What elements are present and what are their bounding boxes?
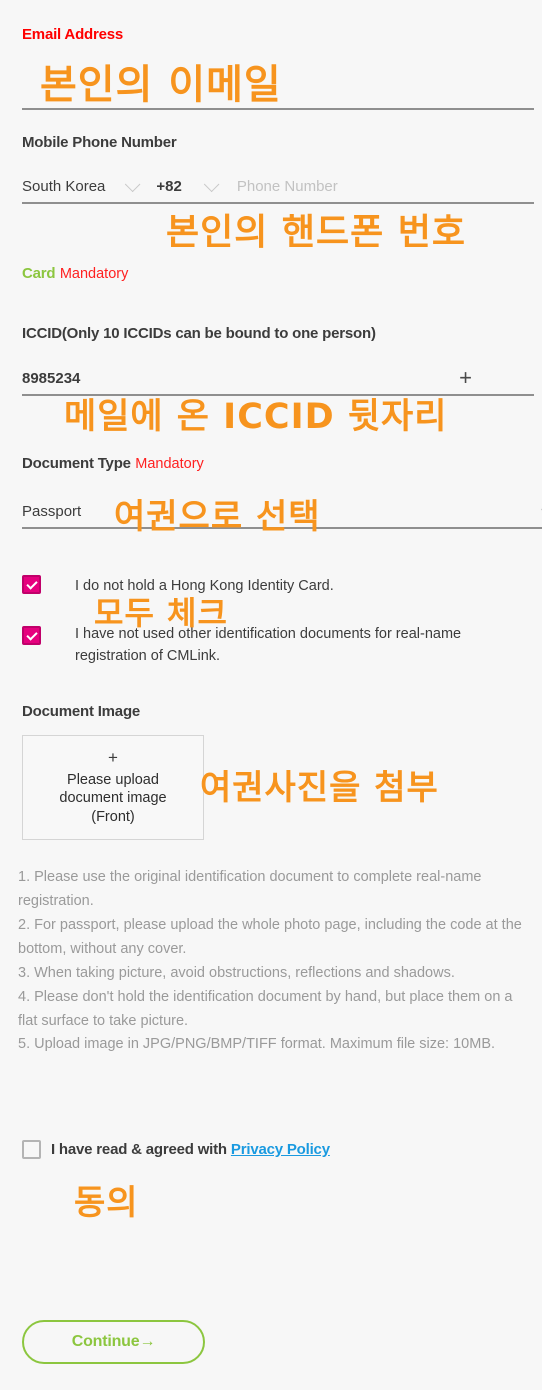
- upload-hint-line-1: Please upload: [67, 771, 159, 788]
- document-type-value: Passport: [22, 502, 82, 520]
- plus-icon: +: [108, 747, 118, 767]
- instruction-item: 5. Upload image in JPG/PNG/BMP/TIFF form…: [18, 1036, 496, 1053]
- email-field[interactable]: [22, 76, 534, 110]
- document-image-upload-box[interactable]: + Please upload document image (Front): [22, 735, 204, 840]
- card-mandatory-badge: Mandatory: [59, 266, 129, 282]
- instruction-item: 2. For passport, please upload the whole…: [18, 916, 522, 957]
- privacy-consent-text: I have read & agreed with: [51, 1141, 227, 1158]
- chevron-down-icon-country[interactable]: [125, 176, 141, 192]
- iccid-label: ICCID(Only 10 ICCIDs can be bound to one…: [22, 325, 376, 342]
- registration-form-page: Email Address Mobile Phone Number South …: [0, 0, 542, 1390]
- upload-hint-line-3: (Front): [91, 808, 135, 825]
- annotation-2: 본인의 핸드폰 번호: [166, 212, 467, 253]
- continue-button[interactable]: Continue→: [22, 1320, 205, 1364]
- email-label: Email Address: [22, 26, 124, 43]
- instruction-item: 3. When taking picture, avoid obstructio…: [18, 964, 455, 981]
- consent-label-2: I have not used other identification doc…: [75, 626, 462, 665]
- country-select-value[interactable]: South Korea: [22, 178, 105, 195]
- document-type-select[interactable]: Passport: [22, 495, 542, 529]
- consent-row-2: I have not used other identification doc…: [22, 623, 534, 668]
- privacy-policy-link[interactable]: Privacy Policy: [231, 1141, 330, 1158]
- consent-checkbox-2[interactable]: [22, 626, 41, 645]
- document-type-label: Document Type: [22, 455, 131, 472]
- consent-label-1: I do not hold a Hong Kong Identity Card.: [75, 578, 334, 594]
- dial-code-value[interactable]: +82: [156, 178, 181, 195]
- add-iccid-button[interactable]: +: [459, 367, 472, 389]
- document-type-mandatory-badge: Mandatory: [135, 456, 204, 472]
- annotation-6: 여권사진을 첨부: [200, 768, 439, 808]
- mobile-phone-label: Mobile Phone Number: [22, 134, 177, 151]
- iccid-input[interactable]: 8985234: [22, 370, 80, 387]
- iccid-row: 8985234 +: [22, 362, 534, 396]
- annotation-7: 동의: [74, 1183, 139, 1223]
- privacy-consent-row: I have read & agreed with Privacy Policy: [22, 1140, 330, 1159]
- chevron-down-icon-dialcode[interactable]: [203, 176, 220, 192]
- upload-instructions: 1. Please use the original identificatio…: [18, 866, 534, 1057]
- consent-row-1: I do not hold a Hong Kong Identity Card.: [22, 575, 534, 597]
- upload-hint-line-2: document image: [59, 790, 167, 807]
- phone-number-input[interactable]: Phone Number: [237, 178, 338, 195]
- instruction-item: 1. Please use the original identificatio…: [18, 869, 482, 909]
- document-type-heading: Document Type Mandatory: [22, 455, 204, 473]
- instruction-item: 4. Please don't hold the identification …: [18, 988, 513, 1029]
- document-image-label: Document Image: [22, 703, 141, 720]
- consent-checkbox-1[interactable]: [22, 575, 41, 594]
- privacy-checkbox[interactable]: [22, 1140, 41, 1159]
- card-section-heading: Card Mandatory: [22, 265, 128, 283]
- mobile-phone-row: South Korea +82 Phone Number: [22, 170, 534, 204]
- card-label: Card: [22, 265, 56, 282]
